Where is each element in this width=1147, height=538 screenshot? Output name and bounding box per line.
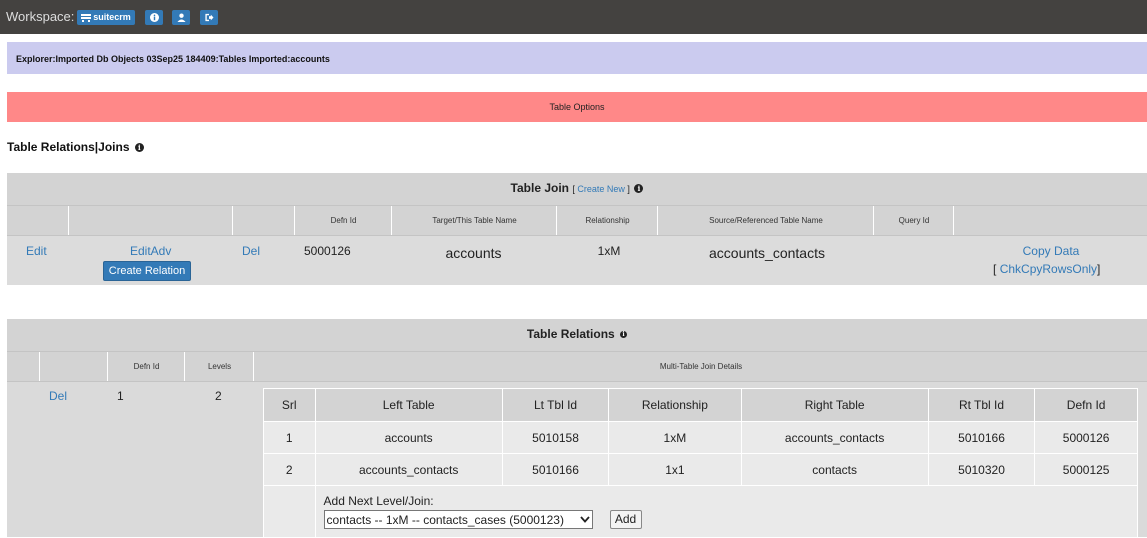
logout-icon	[205, 13, 214, 22]
add-level-label: Add Next Level/Join:	[323, 494, 434, 508]
create-relation-button[interactable]: Create Relation	[103, 261, 191, 281]
table-join-column-headers: Defn Id Target/This Table Name Relations…	[7, 206, 1147, 236]
user-button[interactable]	[172, 10, 190, 25]
table-relations-header: Table Relations i	[7, 319, 1147, 352]
workspace-app-button[interactable]: suitecrm	[77, 10, 135, 25]
create-new-link[interactable]: Create New	[577, 184, 625, 194]
info-button[interactable]	[145, 10, 163, 25]
cell-left-table: accounts	[314, 421, 503, 454]
cell-right-table: contacts	[740, 453, 929, 486]
target-table-value: accounts	[445, 245, 502, 261]
breadcrumb: Explorer:Imported Db Objects 03Sep25 184…	[7, 42, 1147, 74]
table-options-label: Table Options	[549, 102, 605, 112]
cell-defn-id: 5000126	[1034, 421, 1138, 454]
logout-button[interactable]	[200, 10, 218, 25]
header-blank	[7, 206, 68, 235]
table-row: 1 accounts 5010158 1xM accounts_contacts…	[263, 421, 1138, 454]
info-icon	[149, 13, 159, 22]
user-icon	[176, 13, 186, 22]
bracket-open: [	[572, 184, 575, 194]
table-join-header: Table Join [ Create New ] i	[7, 173, 1147, 206]
workspace-label: Workspace:	[6, 9, 75, 24]
header-levels: Levels	[184, 352, 254, 381]
join-details-table: Srl Left Table Lt Tbl Id Relationship Ri…	[263, 388, 1139, 538]
relation-del-link[interactable]: Del	[49, 389, 67, 403]
bracket-close: ]	[1097, 262, 1101, 276]
bracket-close: ]	[627, 184, 630, 194]
cell-right-table: accounts_contacts	[740, 421, 929, 454]
list-icon	[81, 13, 92, 22]
defn-id-value: 5000126	[304, 244, 351, 258]
top-bar: Workspace: suitecrm	[0, 0, 1147, 34]
add-level-row: Add Next Level/Join: contacts -- 1xM -- …	[263, 485, 1139, 538]
table-relations-title: Table Relations	[526, 327, 615, 341]
add-level-cell: Add Next Level/Join: contacts -- 1xM -- …	[314, 485, 1139, 538]
cell-lt-tbl-id: 5010166	[501, 453, 610, 486]
join-details-header-row: Srl Left Table Lt Tbl Id Relationship Ri…	[263, 388, 1138, 422]
relation-defn-id: 1	[117, 389, 124, 403]
chevron-down-icon	[579, 516, 590, 523]
relation-levels: 2	[215, 389, 222, 403]
cell-srl: 2	[263, 453, 316, 486]
cell-relationship: 1xM	[608, 421, 742, 454]
cell-srl: 1	[263, 421, 316, 454]
workspace-app-label: suitecrm	[93, 12, 131, 22]
header-defn-id: Defn Id	[107, 352, 185, 381]
edit-adv-link[interactable]: EditAdv	[130, 244, 171, 258]
info-icon[interactable]: i	[634, 184, 644, 194]
section-title: Table Relations|Joins i	[7, 140, 144, 154]
breadcrumb-text: Explorer:Imported Db Objects 03Sep25 184…	[16, 54, 330, 64]
info-icon[interactable]: i	[134, 143, 144, 153]
chk-copy-rows-only-link[interactable]: ChkCpyRowsOnly	[1000, 262, 1097, 276]
header-blank	[7, 352, 39, 381]
next-join-select[interactable]: contacts -- 1xM -- contacts_cases (50001…	[323, 510, 593, 529]
col-rt-tbl-id: Rt Tbl Id	[927, 388, 1036, 422]
cell-rt-tbl-id: 5010166	[927, 421, 1036, 454]
cell-left-table: accounts_contacts	[314, 453, 503, 486]
col-lt-tbl-id: Lt Tbl Id	[501, 388, 610, 422]
info-icon[interactable]: i	[620, 331, 628, 339]
source-table-value: accounts_contacts	[709, 245, 825, 261]
next-join-select-value: contacts -- 1xM -- contacts_cases (50001…	[326, 512, 564, 527]
bracket-open: [	[993, 262, 997, 276]
header-join-details: Multi-Table Join Details	[253, 352, 1147, 381]
cell-defn-id: 5000125	[1034, 453, 1138, 486]
header-source-table: Source/Referenced Table Name	[657, 206, 874, 235]
table-join-row: Edit EditAdv Create Relation Del 5000126…	[7, 236, 1147, 285]
col-defn-id: Defn Id	[1034, 388, 1138, 422]
copy-data-link[interactable]: Copy Data	[953, 244, 1147, 258]
table-join-panel: Table Join [ Create New ] i Defn Id Targ…	[7, 173, 1147, 285]
col-left-table: Left Table	[314, 388, 503, 422]
add-button[interactable]: Add	[609, 510, 642, 529]
section-title-text: Table Relations|Joins	[7, 140, 130, 154]
create-new-group: [ Create New ]	[572, 184, 632, 194]
cell-blank	[263, 485, 316, 538]
header-target-table: Target/This Table Name	[391, 206, 557, 235]
table-options-bar[interactable]: Table Options	[7, 92, 1147, 122]
cell-rt-tbl-id: 5010320	[927, 453, 1036, 486]
col-relationship: Relationship	[608, 388, 742, 422]
header-blank	[953, 206, 1147, 235]
table-join-title: Table Join	[510, 181, 569, 195]
table-relations-column-headers: Defn Id Levels Multi-Table Join Details	[7, 352, 1147, 382]
chk-copy-group: [ ChkCpyRowsOnly]	[993, 262, 1100, 276]
relationship-value: 1xM	[597, 244, 621, 258]
del-link[interactable]: Del	[242, 244, 260, 258]
edit-link[interactable]: Edit	[26, 244, 47, 258]
header-defn-id: Defn Id	[294, 206, 392, 235]
cell-relationship: 1x1	[608, 453, 742, 486]
col-srl: Srl	[263, 388, 316, 422]
header-relationship: Relationship	[556, 206, 658, 235]
header-blank	[39, 352, 108, 381]
col-right-table: Right Table	[740, 388, 929, 422]
header-blank	[232, 206, 295, 235]
header-blank	[68, 206, 233, 235]
header-query-id: Query Id	[873, 206, 954, 235]
cell-lt-tbl-id: 5010158	[501, 421, 610, 454]
table-row: 2 accounts_contacts 5010166 1x1 contacts…	[263, 453, 1138, 486]
